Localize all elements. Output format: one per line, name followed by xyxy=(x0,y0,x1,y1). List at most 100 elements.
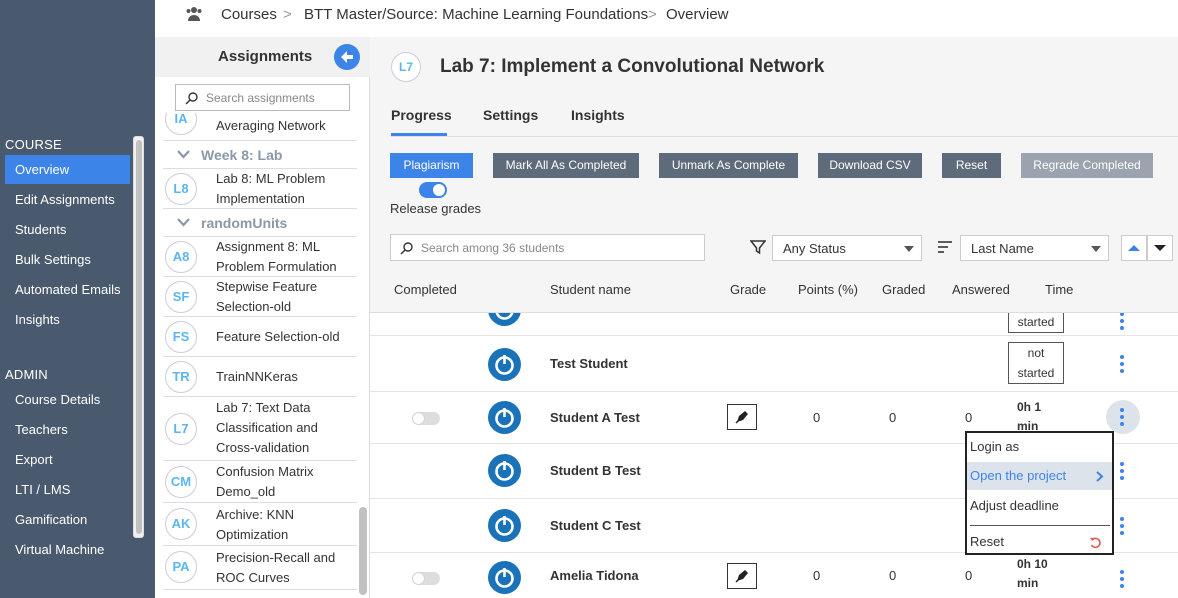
sort-select[interactable]: Last Name xyxy=(960,235,1109,261)
sort-descending-button[interactable] xyxy=(1147,235,1173,261)
assignment-item[interactable]: CM Confusion Matrix Demo_old xyxy=(163,461,357,503)
nav-item-bulk-settings[interactable]: Bulk Settings xyxy=(5,245,130,274)
assignments-scrollbar-thumb[interactable] xyxy=(359,507,367,595)
assignments-search-input[interactable]: Search assignments xyxy=(175,84,350,111)
nav-item-automated-emails[interactable]: Automated Emails xyxy=(5,275,130,304)
menu-item-adjust-deadline[interactable]: Adjust deadline xyxy=(967,492,1112,520)
menu-item-reset[interactable]: Reset xyxy=(967,528,1112,556)
graded-value: 0 xyxy=(889,568,897,583)
column-header-student-name[interactable]: Student name xyxy=(550,282,631,297)
assignment-code-badge: TR xyxy=(165,361,197,393)
assignment-item[interactable]: FS Feature Selection-old xyxy=(163,317,357,357)
assignment-label: Assignment 8: ML Problem Formulation xyxy=(216,239,337,274)
nav-scrollbar[interactable] xyxy=(133,136,144,538)
table-row[interactable]: started xyxy=(370,313,1178,336)
nav-item-students[interactable]: Students xyxy=(5,215,130,244)
regrade-completed-button[interactable]: Regrade Completed xyxy=(1021,153,1153,178)
search-icon xyxy=(400,242,413,255)
menu-item-open-project[interactable]: Open the project xyxy=(967,462,1112,490)
completed-toggle[interactable] xyxy=(412,572,440,585)
student-search-input[interactable]: Search among 36 students xyxy=(390,234,705,261)
nav-item-virtual-machine[interactable]: Virtual Machine xyxy=(5,535,130,564)
assignment-code-badge: L8 xyxy=(165,173,197,205)
assignment-item[interactable]: SF Stepwise Feature Selection-old xyxy=(163,277,357,317)
student-name[interactable]: Student A Test xyxy=(550,410,640,425)
completed-toggle[interactable] xyxy=(412,412,440,425)
assignment-item[interactable]: L7 Lab 7: Text Data Classification and C… xyxy=(163,397,357,461)
status-filter-value: Any Status xyxy=(783,241,846,256)
week-group-header[interactable]: randomUnits xyxy=(163,209,357,237)
caret-down-icon xyxy=(1091,246,1101,252)
nav-item-gamification[interactable]: Gamification xyxy=(5,505,130,534)
grade-button[interactable] xyxy=(727,563,757,589)
answered-value: 0 xyxy=(965,410,973,425)
power-icon xyxy=(495,313,514,320)
assignment-item[interactable]: A8 Assignment 8: ML Problem Formulation xyxy=(163,237,357,277)
student-name[interactable]: Test Student xyxy=(550,356,628,371)
assignment-item[interactable]: AK Archive: KNN Optimization xyxy=(163,503,357,546)
grade-button[interactable] xyxy=(727,404,757,430)
student-name[interactable]: Amelia Tidona xyxy=(550,568,639,583)
assignment-item[interactable]: PA Precision-Recall and ROC Curves xyxy=(163,546,357,590)
nav-item-teachers[interactable]: Teachers xyxy=(5,415,130,444)
table-row[interactable]: Test Student not started xyxy=(370,336,1178,392)
row-actions-button[interactable] xyxy=(1120,462,1128,483)
nav-item-course-details[interactable]: Course Details xyxy=(5,385,130,414)
breadcrumb-courses[interactable]: Courses xyxy=(221,6,277,23)
assignment-item[interactable]: TR TrainNNKeras xyxy=(163,357,357,397)
tab-insights[interactable]: Insights xyxy=(571,107,625,123)
left-navigation: COURSE Overview Edit Assignments Student… xyxy=(0,0,155,598)
column-header-grade[interactable]: Grade xyxy=(730,282,766,297)
power-icon xyxy=(495,408,514,428)
avatar xyxy=(488,313,521,326)
column-header-answered[interactable]: Answered xyxy=(952,282,1010,297)
plagiarism-button[interactable]: Plagiarism xyxy=(390,153,473,178)
menu-item-login-as[interactable]: Login as xyxy=(967,433,1112,461)
table-row[interactable]: Amelia Tidona 0 0 0 0h 10 min xyxy=(370,553,1178,598)
week-group-header[interactable]: Week 8: Lab xyxy=(163,141,357,169)
column-header-time[interactable]: Time xyxy=(1045,282,1073,297)
tab-settings[interactable]: Settings xyxy=(483,107,538,123)
mark-all-completed-button[interactable]: Mark All As Completed xyxy=(493,153,639,178)
student-search-placeholder: Search among 36 students xyxy=(421,241,565,255)
avatar xyxy=(488,561,521,594)
caret-up-icon xyxy=(1128,245,1140,251)
reset-button[interactable]: Reset xyxy=(942,153,1001,178)
sort-ascending-button[interactable] xyxy=(1121,235,1147,261)
assignment-label: Averaging Network xyxy=(216,118,326,133)
undo-icon xyxy=(1090,537,1101,549)
row-actions-button[interactable] xyxy=(1120,570,1128,591)
row-actions-button-active[interactable] xyxy=(1106,400,1140,434)
unmark-complete-button[interactable]: Unmark As Complete xyxy=(659,153,798,178)
column-header-completed[interactable]: Completed xyxy=(394,282,457,297)
column-header-graded[interactable]: Graded xyxy=(882,282,925,297)
nav-item-lti-lms[interactable]: LTI / LMS xyxy=(5,475,130,504)
assignment-code-badge: L7 xyxy=(165,413,197,445)
assignment-item[interactable]: IA Averaging Network xyxy=(163,113,357,141)
nav-item-overview[interactable]: Overview xyxy=(5,155,130,184)
nav-item-edit-assignments[interactable]: Edit Assignments xyxy=(5,185,130,214)
nav-scrollbar-thumb[interactable] xyxy=(136,140,142,534)
tab-progress[interactable]: Progress xyxy=(391,107,452,123)
collapse-panel-button[interactable] xyxy=(334,44,360,70)
assignment-item[interactable]: L8 Lab 8: ML Problem Implementation xyxy=(163,169,357,209)
power-icon xyxy=(495,461,514,481)
student-name[interactable]: Student C Test xyxy=(550,518,641,533)
row-actions-button[interactable] xyxy=(1120,517,1128,538)
column-header-points[interactable]: Points (%) xyxy=(798,282,858,297)
status-filter-select[interactable]: Any Status xyxy=(772,235,922,261)
avatar xyxy=(488,348,521,381)
download-csv-button[interactable]: Download CSV xyxy=(818,153,922,178)
row-actions-button[interactable] xyxy=(1120,355,1128,376)
student-name[interactable]: Student B Test xyxy=(550,463,641,478)
nav-item-insights[interactable]: Insights xyxy=(5,305,130,334)
assignment-code-badge: CM xyxy=(165,466,197,498)
week-label: randomUnits xyxy=(201,215,288,231)
week-label: Week 8: Lab xyxy=(201,147,283,163)
nav-item-export[interactable]: Export xyxy=(5,445,130,474)
breadcrumb-course-name[interactable]: BTT Master/Source: Machine Learning Foun… xyxy=(304,6,648,23)
release-grades-toggle[interactable] xyxy=(419,182,447,198)
row-actions-button[interactable] xyxy=(1120,313,1128,333)
assignment-code-badge: PA xyxy=(165,551,197,583)
course-section-label: COURSE xyxy=(5,137,62,152)
